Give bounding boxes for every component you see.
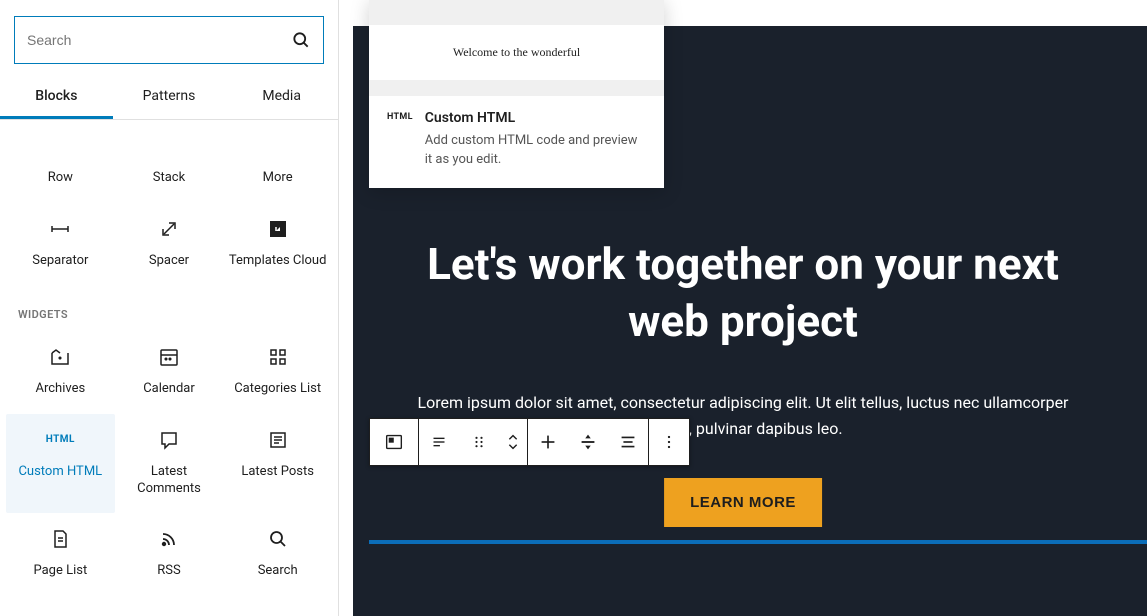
select-parent-button[interactable] xyxy=(370,419,418,465)
block-page-list[interactable]: Page List xyxy=(6,513,115,596)
selected-block-outline xyxy=(369,540,1147,544)
archives-icon xyxy=(48,345,72,369)
block-preview-popover: Welcome to the wonderful HTML Custom HTM… xyxy=(369,0,664,188)
block-latest-comments[interactable]: Latest Comments xyxy=(115,414,224,514)
block-categories-list[interactable]: Categories List xyxy=(223,331,332,414)
move-up-down-button[interactable] xyxy=(499,419,527,465)
block-label: More xyxy=(263,170,293,187)
cover-block-icon xyxy=(383,431,405,453)
block-templates-cloud[interactable]: Templates Cloud xyxy=(223,203,332,286)
block-rss[interactable]: RSS xyxy=(115,513,224,596)
block-label: Page List xyxy=(33,563,87,580)
latest-posts-icon xyxy=(266,428,290,452)
design-blocks-grid: Row Stack More Separator Spacer xyxy=(0,120,338,286)
tab-patterns[interactable]: Patterns xyxy=(113,76,226,119)
block-label: Latest Posts xyxy=(241,464,314,481)
tab-media[interactable]: Media xyxy=(225,76,338,119)
learn-more-button[interactable]: LEARN MORE xyxy=(664,478,822,527)
block-label: Templates Cloud xyxy=(229,253,327,270)
vertical-align-button[interactable] xyxy=(568,419,608,465)
block-label: Latest Comments xyxy=(119,464,220,498)
block-label: Archives xyxy=(35,381,85,398)
width-icon xyxy=(617,431,639,453)
block-label: Categories List xyxy=(234,381,321,398)
widget-blocks-grid: Archives Calendar Categories List HTML C… xyxy=(0,331,338,597)
content-width-button[interactable] xyxy=(608,419,648,465)
spacer-icon xyxy=(157,217,181,241)
hero-heading[interactable]: Let's work together on your next web pro… xyxy=(339,236,1147,350)
search-wrap xyxy=(0,0,338,76)
block-row[interactable]: Row xyxy=(6,120,115,203)
page-list-icon xyxy=(48,527,72,551)
html-icon: HTML xyxy=(48,428,72,452)
dots-vertical-icon xyxy=(659,432,679,452)
toolbar-group-align xyxy=(528,418,649,466)
block-label: Calendar xyxy=(143,381,195,398)
rss-icon xyxy=(157,527,181,551)
block-spacer[interactable]: Spacer xyxy=(115,203,224,286)
search-input[interactable] xyxy=(27,32,291,48)
block-label: RSS xyxy=(157,563,180,580)
search-icon xyxy=(291,30,311,50)
tab-blocks[interactable]: Blocks xyxy=(0,76,113,119)
block-search[interactable]: Search xyxy=(223,513,332,596)
block-inserter-panel: Blocks Patterns Media Row Stack More Sep… xyxy=(0,0,339,616)
block-label: Custom HTML xyxy=(18,464,102,481)
categories-list-icon xyxy=(266,345,290,369)
templates-cloud-icon xyxy=(266,217,290,241)
section-widgets-header: Widgets xyxy=(0,286,338,331)
preview-body: HTML Custom HTML Add custom HTML code an… xyxy=(369,96,664,188)
align-icon xyxy=(537,431,559,453)
chevrons-vertical-icon xyxy=(505,431,521,453)
preview-header-strip xyxy=(369,0,664,25)
block-calendar[interactable]: Calendar xyxy=(115,331,224,414)
block-separator[interactable]: Separator xyxy=(6,203,115,286)
calendar-icon xyxy=(157,345,181,369)
preview-html-badge: HTML xyxy=(387,110,413,170)
block-label: Row xyxy=(48,170,73,187)
block-label: Stack xyxy=(153,170,185,187)
preview-text-col: Custom HTML Add custom HTML code and pre… xyxy=(425,110,646,170)
preview-sample-banner: Welcome to the wonderful xyxy=(369,25,664,80)
row-icon xyxy=(48,134,72,158)
search-button[interactable] xyxy=(291,30,311,50)
block-custom-html[interactable]: HTML Custom HTML xyxy=(6,414,115,514)
block-stack[interactable]: Stack xyxy=(115,120,224,203)
search-box[interactable] xyxy=(14,16,324,64)
toolbar-group-block-type xyxy=(369,418,419,466)
stack-icon xyxy=(157,134,181,158)
block-type-button[interactable] xyxy=(419,419,459,465)
preview-title: Custom HTML xyxy=(425,110,646,126)
search-block-icon xyxy=(266,527,290,551)
align-button[interactable] xyxy=(528,419,568,465)
toolbar-group-move xyxy=(419,418,528,466)
block-archives[interactable]: Archives xyxy=(6,331,115,414)
block-latest-posts[interactable]: Latest Posts xyxy=(223,414,332,514)
block-label: Separator xyxy=(32,253,88,270)
preview-description: Add custom HTML code and preview it as y… xyxy=(425,132,646,170)
more-options-button[interactable] xyxy=(649,419,689,465)
align-middle-icon xyxy=(577,431,599,453)
editor-canvas[interactable]: Welcome to the wonderful HTML Custom HTM… xyxy=(339,0,1147,616)
paragraph-icon xyxy=(428,431,450,453)
preview-separator-strip xyxy=(369,80,664,96)
inserter-tabs: Blocks Patterns Media xyxy=(0,76,338,120)
drag-handle[interactable] xyxy=(459,419,499,465)
toolbar-group-options xyxy=(649,418,690,466)
more-icon xyxy=(266,134,290,158)
block-label: Search xyxy=(258,563,298,580)
block-more[interactable]: More xyxy=(223,120,332,203)
drag-icon xyxy=(469,432,489,452)
separator-icon xyxy=(48,217,72,241)
block-label: Spacer xyxy=(149,253,189,270)
block-toolbar xyxy=(369,418,690,466)
blocks-scroll-area[interactable]: Row Stack More Separator Spacer xyxy=(0,120,338,616)
latest-comments-icon xyxy=(157,428,181,452)
